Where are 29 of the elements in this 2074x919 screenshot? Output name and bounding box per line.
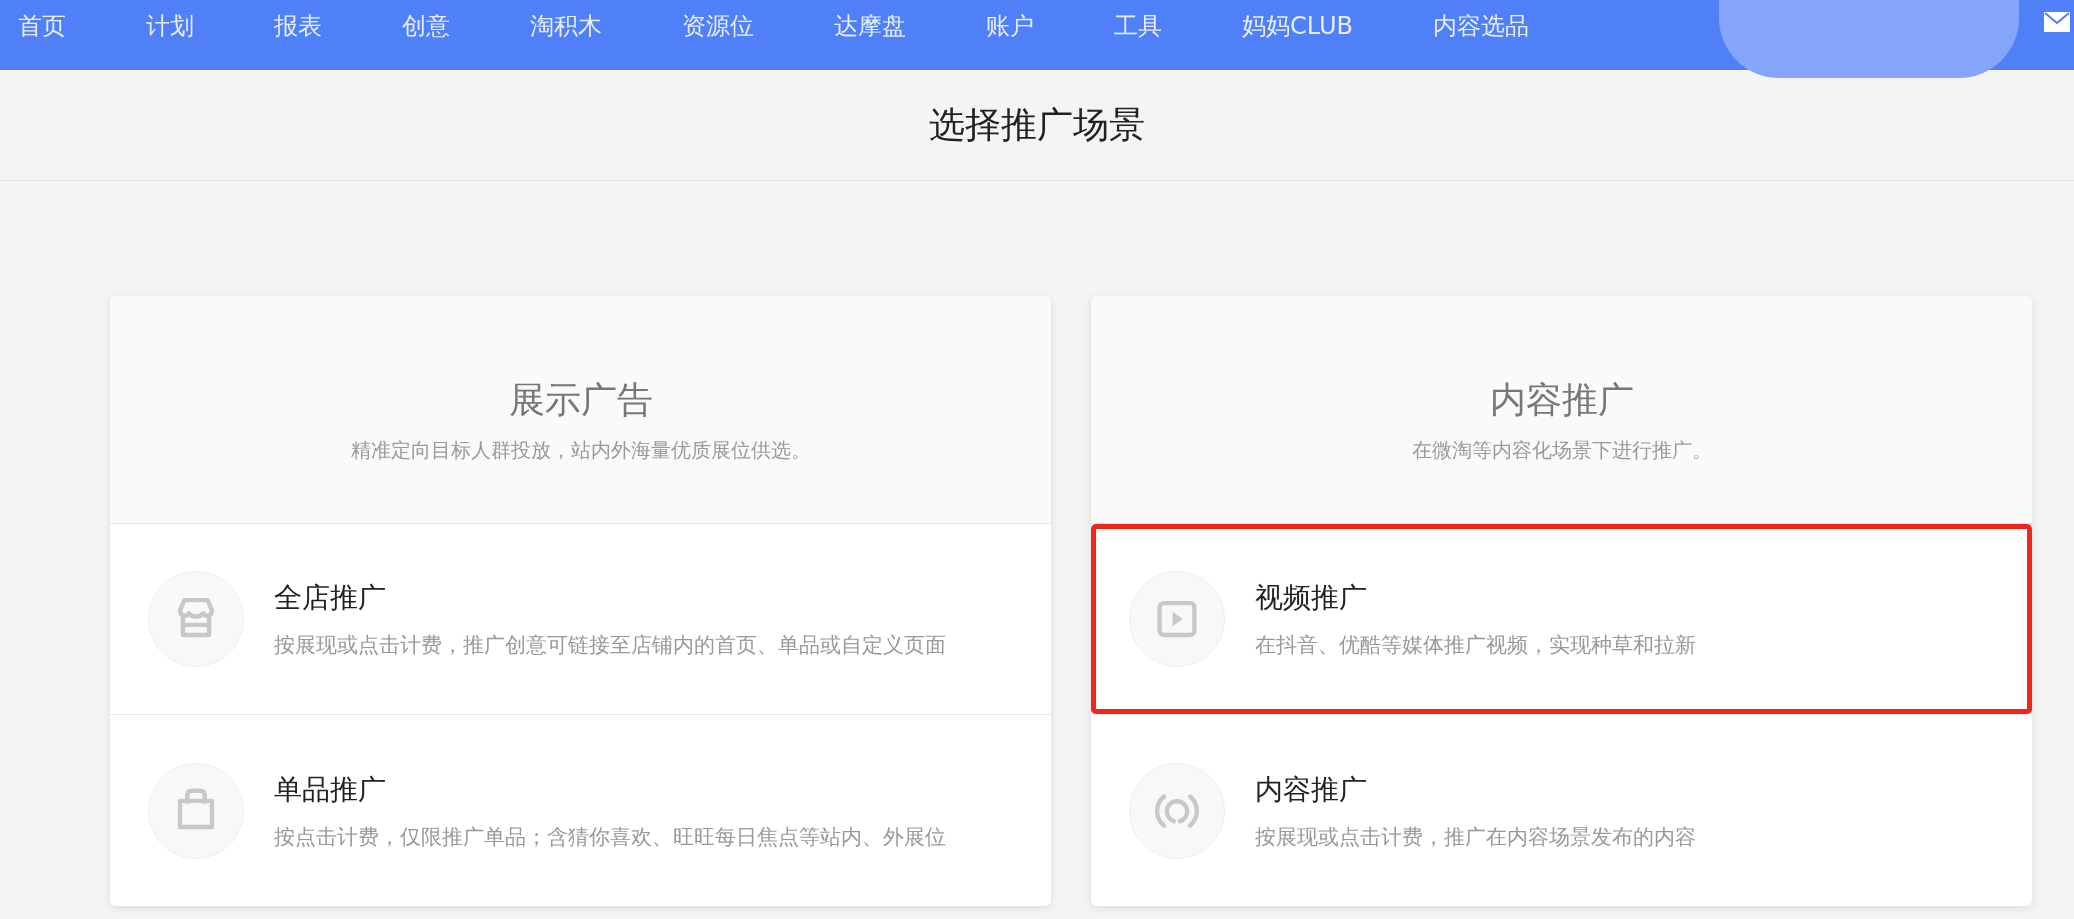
card-title: 展示广告 xyxy=(508,377,653,422)
option-description: 在抖音、优酷等媒体推广视频，实现种草和拉新 xyxy=(1255,632,1696,659)
card-subtitle: 精准定向目标人群投放，站内外海量优质展位供选。 xyxy=(350,436,811,464)
nav-item[interactable]: 内容选品 xyxy=(1426,0,1535,43)
option-title: 单品推广 xyxy=(274,771,387,808)
nav-item[interactable]: 账户 xyxy=(980,0,1040,43)
option-description: 按展现或点击计费，推广创意可链接至店铺内的首页、单品或自定义页面 xyxy=(274,632,946,659)
card-title: 内容推广 xyxy=(1489,377,1634,422)
scene-option[interactable]: 视频推广 在抖音、优酷等媒体推广视频，实现种草和拉新 xyxy=(1091,524,2032,715)
option-description: 按点击计费，仅限推广单品；含猜你喜欢、旺旺每日焦点等站内、外展位 xyxy=(274,823,946,851)
page-title: 选择推广场景 xyxy=(929,102,1145,147)
nav-item[interactable]: 首页 xyxy=(12,0,72,43)
nav-item[interactable]: 报表 xyxy=(268,0,328,43)
scene-option[interactable]: 全店推广 按展现或点击计费，推广创意可链接至店铺内的首页、单品或自定义页面 xyxy=(110,524,1051,715)
nav-item[interactable]: 创意 xyxy=(396,0,456,43)
option-description: 按展现或点击计费，推广在内容场景发布的内容 xyxy=(1255,823,1696,851)
nav-item[interactable]: 妈妈CLUB xyxy=(1236,0,1359,43)
mail-icon[interactable] xyxy=(2044,12,2070,32)
option-title: 内容推广 xyxy=(1255,771,1368,808)
scene-option[interactable]: 单品推广 按点击计费，仅限推广单品；含猜你喜欢、旺旺每日焦点等站内、外展位 xyxy=(110,715,1051,906)
nav-item[interactable]: 计划 xyxy=(140,0,200,43)
nav-item[interactable]: 达摩盘 xyxy=(828,0,912,43)
nav-item[interactable]: 淘积木 xyxy=(524,0,608,43)
option-title: 全店推广 xyxy=(274,580,387,616)
nav-item[interactable]: 工具 xyxy=(1108,0,1168,43)
nav-item[interactable]: 资源位 xyxy=(676,0,760,43)
card-subtitle: 在微淘等内容化场景下进行推广。 xyxy=(1411,436,1712,464)
scene-option[interactable]: 内容推广 按展现或点击计费，推广在内容场景发布的内容 xyxy=(1091,715,2032,906)
option-title: 视频推广 xyxy=(1255,580,1368,616)
